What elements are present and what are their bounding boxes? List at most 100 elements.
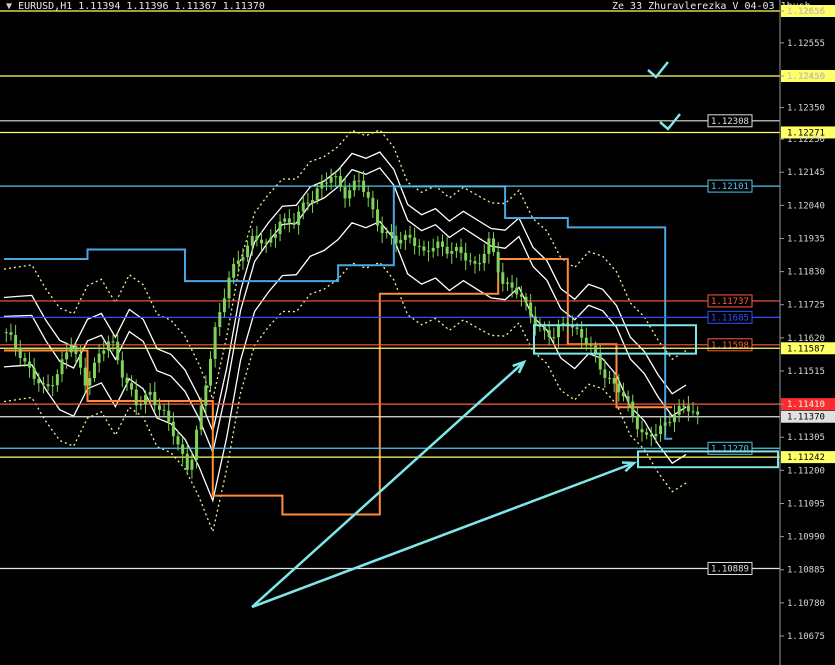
candle-body bbox=[185, 453, 189, 470]
candle-body bbox=[659, 425, 663, 435]
lower-envelope-line bbox=[3, 220, 687, 503]
price-tick-label: 1.12656 bbox=[787, 7, 825, 17]
candle-body bbox=[580, 328, 584, 338]
chart-window: ▼ EURUSD,H1 1.11394 1.11396 1.11367 1.11… bbox=[0, 0, 835, 665]
candle-body bbox=[311, 200, 315, 204]
candle-body bbox=[380, 225, 384, 233]
candle-body bbox=[431, 247, 435, 252]
candle-body bbox=[598, 353, 602, 370]
price-tick-label: 1.12350 bbox=[787, 104, 825, 114]
price-level-box-label: 1.11270 bbox=[711, 444, 749, 454]
candle-body bbox=[32, 367, 36, 379]
price-level-box-label: 1.12101 bbox=[711, 182, 749, 192]
price-tick-label: 1.11725 bbox=[787, 301, 825, 311]
candle-body bbox=[621, 392, 625, 397]
candle-body bbox=[236, 260, 240, 264]
candle-body bbox=[645, 432, 649, 435]
candle-body bbox=[389, 231, 393, 236]
candle-body bbox=[510, 282, 514, 288]
candle-body bbox=[55, 374, 59, 386]
candle-body bbox=[148, 391, 152, 395]
candle-body bbox=[301, 202, 305, 212]
price-tick-label: 1.10675 bbox=[787, 632, 825, 642]
price-tick-label: 1.11515 bbox=[787, 367, 825, 377]
candle-body bbox=[454, 246, 458, 252]
candle-body bbox=[246, 245, 250, 258]
candle-body bbox=[376, 209, 380, 226]
candles bbox=[4, 167, 700, 479]
candle-body bbox=[171, 421, 175, 437]
candle-body bbox=[556, 325, 560, 338]
candle-body bbox=[385, 231, 389, 233]
price-tick-label: 1.11830 bbox=[787, 268, 825, 278]
candle-body bbox=[139, 403, 143, 406]
candle-body bbox=[696, 411, 700, 415]
candle-body bbox=[399, 239, 403, 244]
price-tick-label: 1.10990 bbox=[787, 533, 825, 543]
candle-body bbox=[222, 298, 226, 313]
candle-body bbox=[157, 405, 161, 410]
candle-body bbox=[134, 389, 138, 406]
candle-body bbox=[417, 245, 421, 247]
candle-body bbox=[116, 341, 120, 361]
candle-body bbox=[60, 359, 64, 375]
price-tick-label: 1.11305 bbox=[787, 433, 825, 443]
candle-body bbox=[37, 378, 41, 384]
candle-body bbox=[195, 429, 199, 460]
candle-body bbox=[640, 429, 644, 433]
candle-body bbox=[227, 277, 231, 299]
candle-body bbox=[162, 409, 166, 411]
candle-body bbox=[427, 250, 431, 252]
candle-body bbox=[334, 176, 338, 178]
candle-body bbox=[260, 239, 264, 244]
candle-body bbox=[65, 352, 69, 360]
candle-body bbox=[125, 377, 129, 384]
price-level-box-label: 1.11685 bbox=[711, 313, 749, 323]
candle-body bbox=[450, 251, 454, 254]
candle-body bbox=[315, 188, 319, 201]
candle-body bbox=[232, 263, 236, 278]
candle-body bbox=[612, 377, 616, 384]
candle-body bbox=[403, 234, 407, 240]
candle-body bbox=[273, 234, 277, 238]
candle-body bbox=[445, 246, 449, 254]
candle-body bbox=[524, 296, 528, 303]
candle-body bbox=[654, 434, 658, 437]
candle-body bbox=[250, 235, 254, 246]
candle-body bbox=[473, 261, 477, 264]
candle-body bbox=[79, 354, 83, 368]
candle-body bbox=[529, 302, 533, 317]
candle-body bbox=[608, 377, 612, 379]
candle-body bbox=[440, 241, 444, 247]
price-tick-label: 1.12555 bbox=[787, 39, 825, 49]
candle-body bbox=[464, 252, 468, 261]
candle-body bbox=[672, 414, 676, 423]
price-tick-label: 1.11095 bbox=[787, 499, 825, 509]
candle-body bbox=[357, 180, 361, 182]
price-tick-label: 1.11410 bbox=[787, 400, 825, 410]
candle-body bbox=[218, 312, 222, 328]
candle-body bbox=[682, 405, 686, 407]
candle-body bbox=[543, 326, 547, 331]
candle-body bbox=[181, 444, 185, 454]
candle-body bbox=[519, 294, 523, 297]
price-level-box-label: 1.11598 bbox=[711, 341, 749, 351]
candle-body bbox=[631, 401, 635, 417]
price-chart[interactable]: 1.126561.124501.123081.122711.121011.117… bbox=[0, 0, 835, 665]
candle-body bbox=[269, 237, 273, 243]
mid-envelope-line bbox=[3, 167, 687, 455]
candle-body bbox=[167, 410, 171, 422]
candle-body bbox=[264, 242, 268, 244]
price-level-axis-label: 1.11587 bbox=[787, 344, 825, 354]
candle-body bbox=[83, 367, 87, 386]
annotation-arrow bbox=[251, 461, 635, 609]
candle-body bbox=[46, 384, 50, 387]
candle-body bbox=[241, 257, 245, 261]
candle-body bbox=[153, 391, 157, 406]
price-tick-label: 1.11935 bbox=[787, 234, 825, 244]
price-tick-label: 1.11200 bbox=[787, 466, 825, 476]
candle-body bbox=[102, 350, 106, 354]
candle-body bbox=[691, 411, 695, 413]
candle-body bbox=[575, 327, 579, 329]
candle-body bbox=[482, 253, 486, 264]
